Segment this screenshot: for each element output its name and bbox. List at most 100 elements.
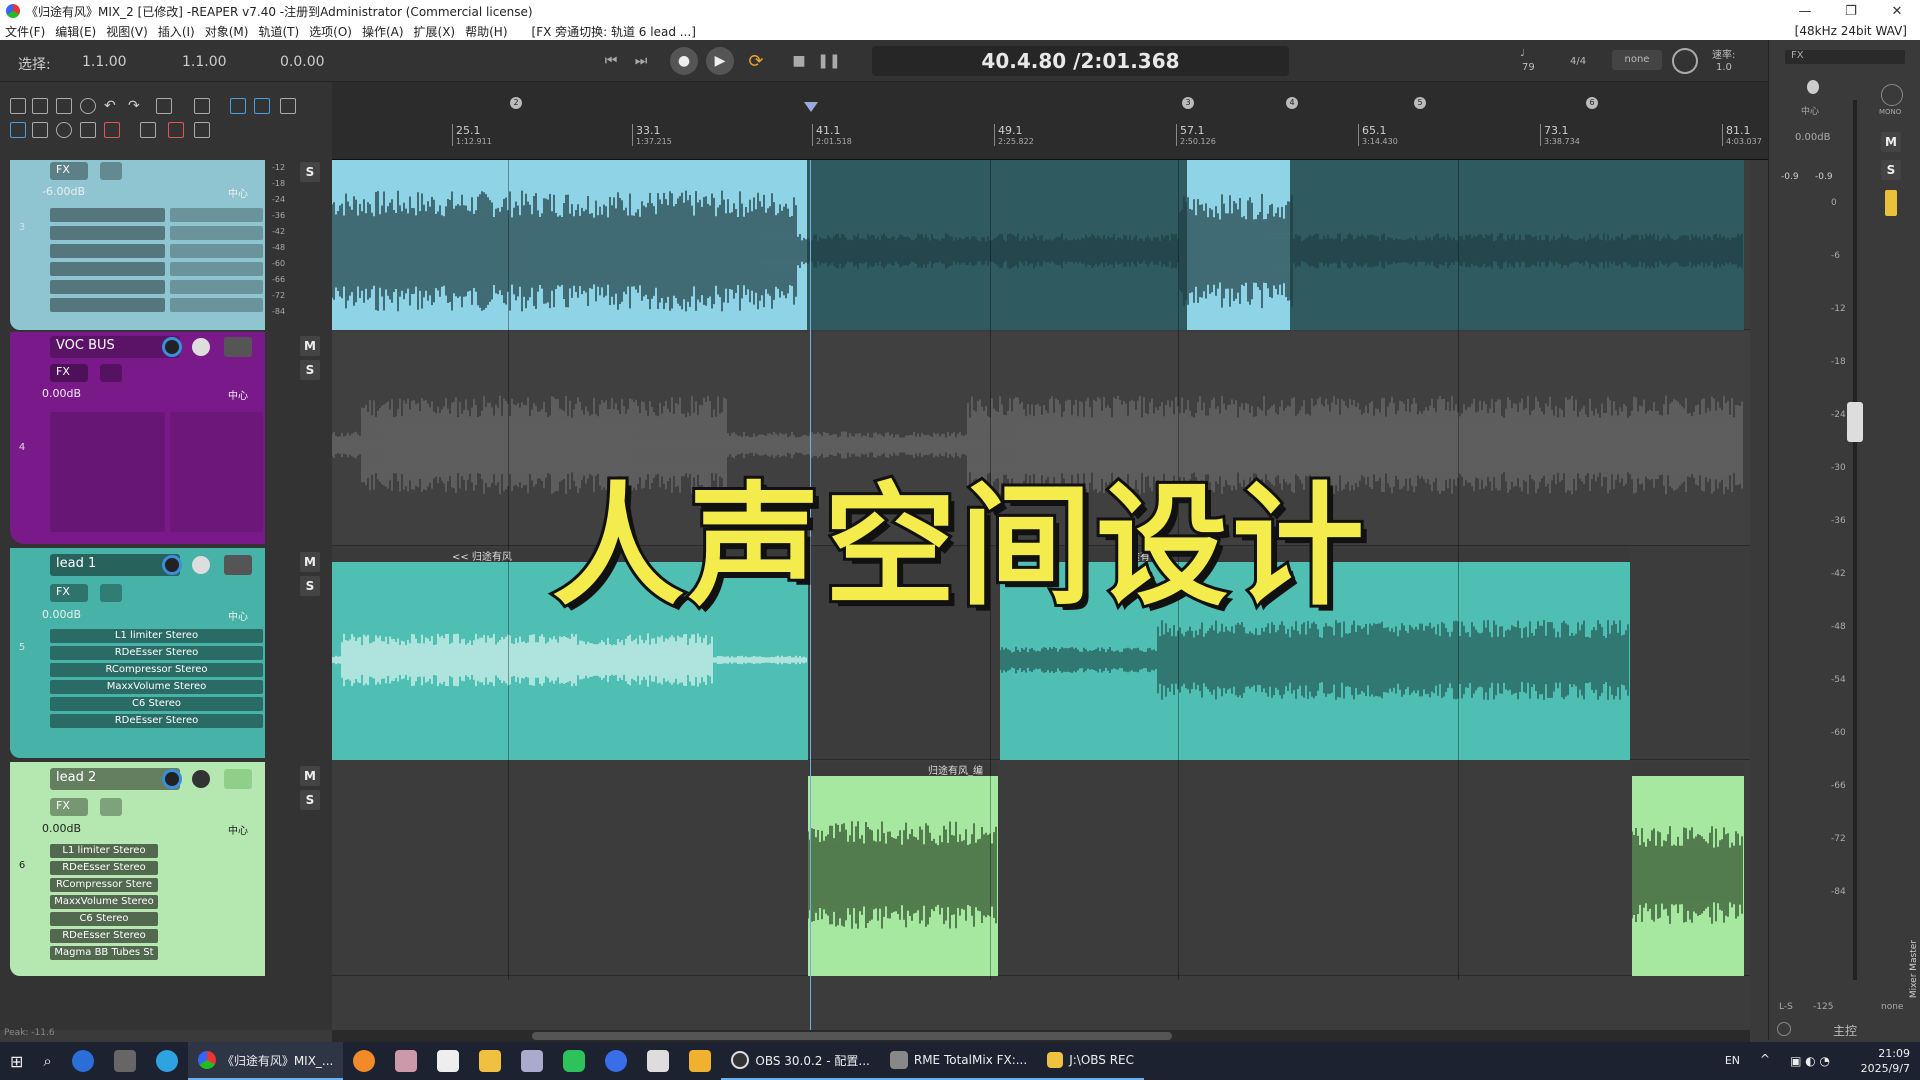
info-icon[interactable] <box>1777 1022 1791 1036</box>
notepad-icon[interactable] <box>511 1042 553 1080</box>
fx-slot[interactable]: RDeEsser Stereo <box>50 646 263 660</box>
fx-slot[interactable]: RDeEsser Stereo <box>50 861 158 875</box>
menu-extensions[interactable]: 扩展(X) <box>409 23 461 40</box>
route-button[interactable] <box>224 337 252 357</box>
lane-track-3[interactable] <box>332 160 1750 330</box>
playhead-marker-icon[interactable] <box>804 102 818 112</box>
rate-value[interactable]: 1.0 <box>1716 62 1732 73</box>
capcut-icon[interactable] <box>427 1042 469 1080</box>
fx-slot-empty[interactable] <box>170 298 263 312</box>
envelope-button[interactable] <box>100 798 122 816</box>
project-marker[interactable]: 5 <box>1414 97 1426 109</box>
ripple-icon[interactable] <box>254 98 270 114</box>
avatar-icon[interactable] <box>385 1042 427 1080</box>
project-marker[interactable]: 2 <box>510 97 522 109</box>
horizontal-scrollbar[interactable] <box>332 1030 1750 1042</box>
fx-chain-area[interactable] <box>170 412 263 532</box>
reaper-app-icon[interactable] <box>6 4 20 18</box>
fx-slot[interactable]: C6 Stereo <box>50 912 158 926</box>
stop-button[interactable]: ■ <box>788 50 810 72</box>
pan-knob[interactable] <box>192 770 210 788</box>
master-fader[interactable] <box>1847 402 1863 442</box>
selection-end[interactable]: 1.1.00 <box>182 54 227 70</box>
solo-button[interactable]: S <box>300 360 320 380</box>
volume-knob[interactable] <box>162 555 182 575</box>
fx-slot[interactable]: Magma BB Tubes St <box>50 946 158 960</box>
track-name[interactable]: lead 1 <box>50 554 180 576</box>
metronome-toolbar-icon[interactable] <box>156 98 172 114</box>
loop-icon[interactable] <box>56 122 72 138</box>
fx-slot[interactable]: L1 limiter Stereo <box>50 629 263 643</box>
fx-slot[interactable]: RCompressor Stereo <box>50 663 263 677</box>
wechat-icon[interactable] <box>553 1042 595 1080</box>
selection-length[interactable]: 0.0.00 <box>280 54 325 70</box>
input-language[interactable]: EN <box>1725 1054 1740 1067</box>
solo-button[interactable]: S <box>300 162 320 182</box>
track-5-panel[interactable]: 5 lead 1 FX 0.00dB 中心 L1 limiter Stereo … <box>10 548 265 758</box>
track-volume[interactable]: -6.00dB <box>42 185 85 198</box>
kugou-icon[interactable] <box>62 1042 104 1080</box>
fx-slot[interactable]: MaxxVolume Stereo <box>50 895 158 909</box>
ruler-label[interactable]: 81.1 4:03.037 <box>1722 124 1762 146</box>
redo-icon[interactable]: ↷ <box>128 98 144 114</box>
track-volume[interactable]: 0.00dB <box>42 608 81 621</box>
mute-button[interactable]: M <box>300 766 320 786</box>
track-volume[interactable]: 0.00dB <box>42 387 81 400</box>
master-mute-button[interactable]: M <box>1881 132 1901 152</box>
pause-button[interactable]: ❚❚ <box>817 50 840 72</box>
info-icon[interactable] <box>80 98 96 114</box>
ruler-label[interactable]: 49.1 2:25.822 <box>994 124 1034 146</box>
envelope-button[interactable] <box>100 364 122 382</box>
system-clock[interactable]: 21:09 2025/9/7 <box>1861 1046 1910 1076</box>
menu-file[interactable]: 文件(F) <box>0 23 50 40</box>
taskbar-totalmix[interactable]: RME TotalMix FX:... <box>879 1042 1038 1080</box>
fx-slot-empty[interactable] <box>170 226 263 240</box>
undo-icon[interactable]: ↶ <box>104 98 120 114</box>
fx-slot[interactable]: RDeEsser Stereo <box>50 929 158 943</box>
menu-insert[interactable]: 插入(I) <box>153 23 200 40</box>
fx-slot-empty[interactable] <box>170 262 263 276</box>
fx-chain-area[interactable] <box>50 412 165 532</box>
search-icon[interactable]: ⌕ <box>33 1042 61 1080</box>
new-project-icon[interactable] <box>10 98 26 114</box>
fx-slot-empty[interactable] <box>50 208 165 222</box>
ruler-label[interactable]: 25.1 1:12.911 <box>452 124 492 146</box>
grid-setting[interactable]: none <box>1612 50 1662 70</box>
project-marker[interactable]: 6 <box>1586 97 1598 109</box>
media-item-track-3[interactable] <box>332 160 1744 330</box>
fx-slot-empty[interactable] <box>170 280 263 294</box>
video-editor-icon[interactable] <box>637 1042 679 1080</box>
fx-slot-empty[interactable] <box>50 244 165 258</box>
sws-icon[interactable] <box>194 122 210 138</box>
menu-help[interactable]: 帮助(H) <box>460 23 512 40</box>
bpm-value[interactable]: 79 <box>1522 62 1535 73</box>
go-to-end-button[interactable]: ⏭ <box>630 50 652 72</box>
ruler-label[interactable]: 73.1 3:38.734 <box>1540 124 1580 146</box>
fx-slot[interactable]: L1 limiter Stereo <box>50 844 158 858</box>
save-project-icon[interactable] <box>56 98 72 114</box>
lane-track-6[interactable]: 归途有风_编 <box>332 762 1750 976</box>
grid-icon[interactable] <box>194 98 210 114</box>
fx-slot-empty[interactable] <box>50 226 165 240</box>
master-automation[interactable]: none <box>1881 1002 1903 1012</box>
edge-icon[interactable] <box>146 1042 188 1080</box>
close-fx-icon[interactable] <box>168 122 184 138</box>
folder-app-icon[interactable] <box>469 1042 511 1080</box>
master-volume[interactable]: 0.00dB <box>1795 132 1830 143</box>
fx-slot-empty[interactable] <box>50 262 165 276</box>
volume-knob[interactable] <box>162 769 182 789</box>
project-marker[interactable]: 3 <box>1182 97 1194 109</box>
snap-icon[interactable] <box>230 98 246 114</box>
route-button[interactable] <box>224 769 252 789</box>
track-pan[interactable]: 中心 <box>228 387 248 402</box>
taskbar-reaper[interactable]: 《归途有风》MIX_... <box>187 1042 344 1080</box>
selection-start[interactable]: 1.1.00 <box>82 54 127 70</box>
ruler-label[interactable]: 33.1 1:37.215 <box>632 124 672 146</box>
play-button[interactable]: ▶ <box>706 47 734 75</box>
fx-button[interactable]: FX <box>50 798 88 816</box>
playrate-knob[interactable] <box>1672 48 1698 74</box>
track-4-panel[interactable]: 4 VOC BUS FX 0.00dB 中心 <box>10 332 265 544</box>
track-volume[interactable]: 0.00dB <box>42 822 81 835</box>
project-marker[interactable]: 4 <box>1286 97 1298 109</box>
menu-edit[interactable]: 编辑(E) <box>50 23 101 40</box>
